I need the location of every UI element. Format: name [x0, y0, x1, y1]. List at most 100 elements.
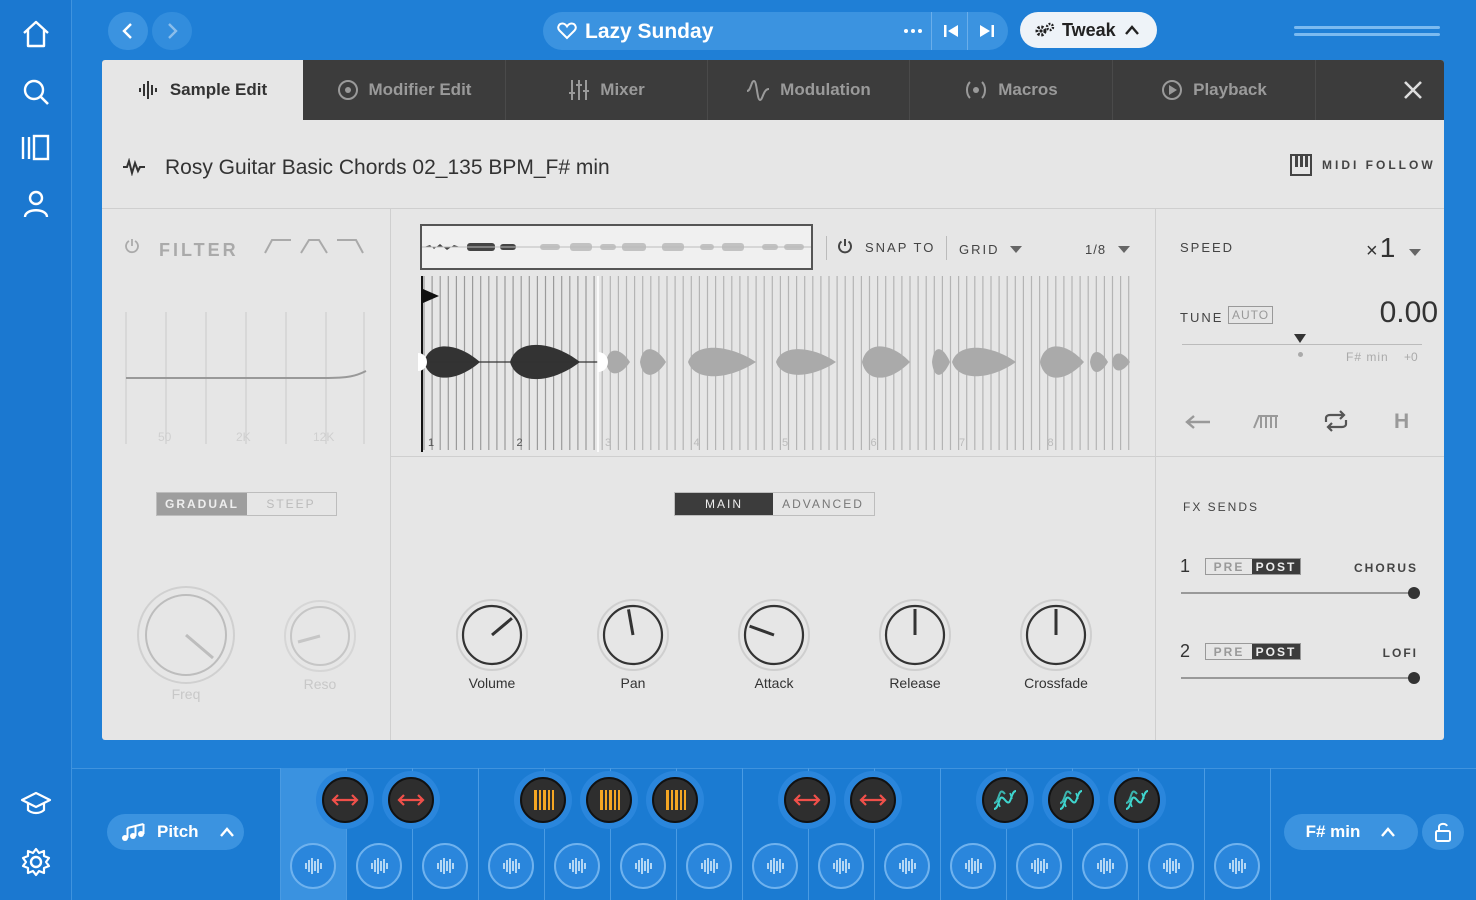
key-select-button[interactable]: F# min	[1284, 814, 1418, 850]
sample-pad[interactable]	[950, 843, 996, 889]
pad-column-divider	[742, 768, 743, 900]
hold-icon[interactable]: H	[1394, 410, 1409, 434]
sample-pad[interactable]	[818, 843, 864, 889]
post-option[interactable]: POST	[1252, 559, 1300, 574]
crossfade-knob[interactable]	[1020, 599, 1092, 671]
user-icon[interactable]	[20, 188, 52, 220]
modifier-pad[interactable]	[586, 777, 632, 823]
lock-button[interactable]	[1422, 814, 1464, 850]
waveform-overview[interactable]	[420, 224, 813, 270]
modifier-pad[interactable]	[388, 777, 434, 823]
pan-knob[interactable]	[597, 599, 669, 671]
advanced-option[interactable]: ADVANCED	[773, 493, 873, 515]
snap-power-icon[interactable]	[837, 238, 853, 254]
heart-icon[interactable]	[557, 22, 577, 40]
library-icon[interactable]	[20, 132, 52, 164]
modifier-pad[interactable]	[520, 777, 566, 823]
waveform-editor[interactable]: 1 2 3 4 5 6 7 8	[418, 276, 1138, 452]
modifier-pad[interactable]	[784, 777, 830, 823]
sample-pad[interactable]	[1148, 843, 1194, 889]
modifier-pad[interactable]	[982, 777, 1028, 823]
send-level-handle[interactable]	[1408, 587, 1420, 599]
view-mode-toggle[interactable]: MAIN ADVANCED	[674, 492, 875, 516]
sample-pad[interactable]	[356, 843, 402, 889]
attack-knob[interactable]	[738, 599, 810, 671]
modifier-pad[interactable]	[652, 777, 698, 823]
post-option[interactable]: POST	[1252, 644, 1300, 659]
close-icon[interactable]	[1402, 79, 1424, 101]
unlock-icon	[1435, 822, 1451, 842]
sample-pad[interactable]	[554, 843, 600, 889]
modifier-pad[interactable]	[322, 777, 368, 823]
tweak-button[interactable]: Tweak	[1020, 12, 1157, 48]
tune-slider[interactable]	[1182, 344, 1422, 345]
notes-icon	[122, 823, 145, 841]
gradual-option[interactable]: GRADUAL	[157, 493, 247, 515]
freq-knob[interactable]	[137, 586, 235, 684]
modifier-pad[interactable]	[1114, 777, 1160, 823]
skip-back-icon[interactable]	[943, 22, 959, 40]
steep-option[interactable]: STEEP	[247, 493, 335, 515]
filter-response-graph[interactable]	[124, 310, 368, 450]
filter-type-bandpass-icon[interactable]	[300, 238, 328, 254]
skip-forward-icon[interactable]	[979, 22, 995, 40]
tune-slider-handle[interactable]	[1294, 334, 1306, 344]
tab-playback[interactable]: Playback	[1113, 60, 1316, 120]
back-button[interactable]	[108, 12, 148, 50]
sample-pad[interactable]	[1082, 843, 1128, 889]
speed-dropdown[interactable]: × 1	[1366, 232, 1422, 264]
tab-sample-edit[interactable]: Sample Edit	[102, 60, 303, 120]
sample-pad[interactable]	[290, 843, 336, 889]
sample-pad[interactable]	[752, 843, 798, 889]
main-option[interactable]: MAIN	[675, 493, 773, 515]
pre-post-toggle[interactable]: PRE POST	[1205, 643, 1301, 660]
tab-mixer[interactable]: Mixer	[506, 60, 708, 120]
reverse-icon[interactable]	[1184, 412, 1212, 432]
snap-to-label: SNAP TO	[865, 240, 936, 255]
sample-pad[interactable]	[422, 843, 468, 889]
sample-pad[interactable]	[884, 843, 930, 889]
modifier-pad[interactable]	[850, 777, 896, 823]
snap-mode-dropdown[interactable]: GRID	[959, 242, 1022, 257]
sample-pad[interactable]	[686, 843, 732, 889]
release-knob[interactable]	[879, 599, 951, 671]
sample-pad[interactable]	[488, 843, 534, 889]
filter-power-icon[interactable]	[124, 238, 140, 254]
pre-option[interactable]: PRE	[1206, 644, 1252, 659]
sample-pad[interactable]	[1214, 843, 1260, 889]
piano-icon	[1290, 154, 1312, 176]
home-icon[interactable]	[20, 18, 52, 50]
slice-bars-icon	[534, 790, 554, 810]
filter-type-highpass-icon[interactable]	[264, 238, 292, 254]
tab-macros[interactable]: Macros	[910, 60, 1113, 120]
reso-knob[interactable]	[284, 600, 356, 672]
volume-knob[interactable]	[456, 599, 528, 671]
send-level-slider[interactable]	[1181, 592, 1415, 594]
settings-icon[interactable]	[20, 846, 52, 878]
slice-icon[interactable]	[1252, 412, 1280, 432]
send-level-slider[interactable]	[1181, 677, 1415, 679]
more-options-icon[interactable]	[903, 22, 923, 40]
sample-pad[interactable]	[620, 843, 666, 889]
tab-modifier-edit[interactable]: Modifier Edit	[303, 60, 506, 120]
pre-post-toggle[interactable]: PRE POST	[1205, 558, 1301, 575]
forward-button[interactable]	[152, 12, 192, 50]
slice-bars-icon	[666, 790, 686, 810]
send-level-handle[interactable]	[1408, 672, 1420, 684]
tune-value[interactable]: 0.00	[1332, 296, 1438, 330]
pre-option[interactable]: PRE	[1206, 559, 1252, 574]
project-title-bar[interactable]: Lazy Sunday	[543, 12, 1008, 50]
stretch-arrows-icon	[331, 794, 359, 806]
modifier-pad[interactable]	[1048, 777, 1094, 823]
filter-slope-toggle[interactable]: GRADUAL STEEP	[156, 492, 337, 516]
learn-icon[interactable]	[20, 788, 52, 820]
auto-tune-toggle[interactable]: AUTO	[1228, 306, 1274, 324]
filter-type-lowpass-icon[interactable]	[336, 238, 364, 254]
grid-value-dropdown[interactable]: 1/8	[1085, 242, 1131, 257]
sample-pad[interactable]	[1016, 843, 1062, 889]
midi-follow-toggle[interactable]: MIDI FOLLOW	[1290, 154, 1436, 176]
search-icon[interactable]	[20, 76, 52, 108]
loop-icon[interactable]	[1322, 410, 1350, 432]
tab-modulation[interactable]: Modulation	[708, 60, 910, 120]
pitch-mode-button[interactable]: Pitch	[107, 814, 244, 850]
